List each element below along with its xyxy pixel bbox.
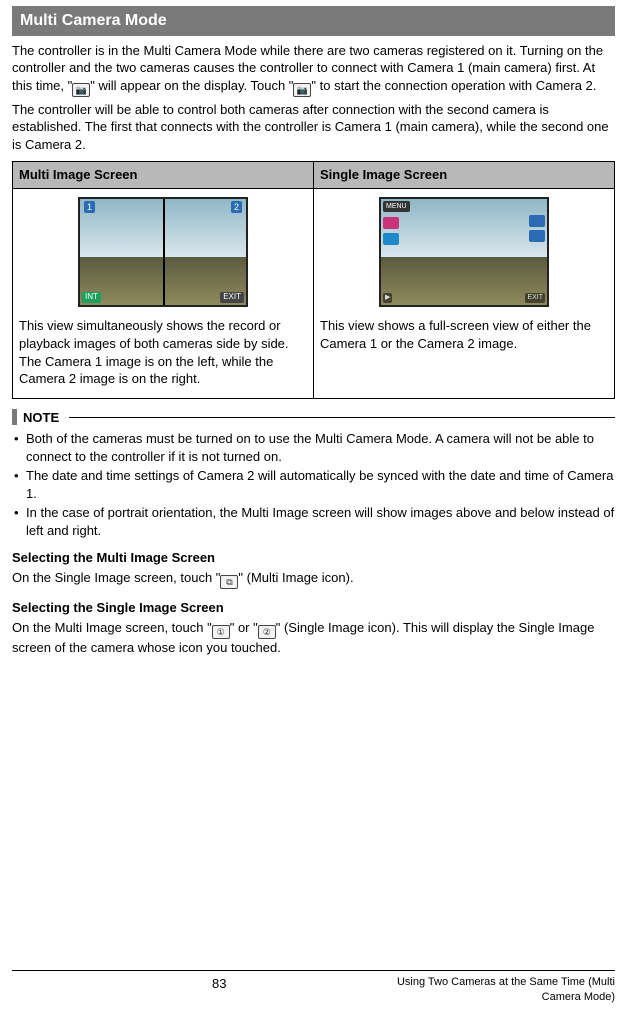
note-item: The date and time settings of Camera 2 w… bbox=[12, 467, 615, 502]
section-title: Multi Camera Mode bbox=[20, 12, 167, 29]
page-footer: 83 Using Two Cameras at the Same Time (M… bbox=[12, 970, 615, 1005]
camera-connecting-icon bbox=[72, 83, 90, 97]
table-cell-multi: 1 2 INT EXIT This view simultaneously sh… bbox=[13, 188, 314, 398]
camera-1-icon bbox=[212, 625, 230, 639]
note-label: NOTE bbox=[23, 409, 59, 427]
note-list: Both of the cameras must be turned on to… bbox=[12, 430, 615, 539]
subheading-single: Selecting the Single Image Screen bbox=[12, 599, 615, 617]
camera-touch-icon bbox=[293, 83, 311, 97]
camera-2-badge-icon: 2 bbox=[231, 201, 242, 213]
sub1-body: On the Single Image screen, touch " " (Mu… bbox=[12, 569, 615, 589]
sub2-text-b: " or " bbox=[230, 620, 258, 635]
subheading-multi: Selecting the Multi Image Screen bbox=[12, 549, 615, 567]
chapter-title: Using Two Cameras at the Same Time (Mult… bbox=[355, 975, 615, 1005]
camera-2-icon bbox=[258, 625, 276, 639]
exit-label-icon: EXIT bbox=[220, 292, 244, 303]
table-header-multi: Multi Image Screen bbox=[13, 162, 314, 189]
note-heading: NOTE bbox=[12, 409, 615, 427]
multi-cell-text-a: This view simultaneously shows the recor… bbox=[19, 317, 307, 352]
sub1-text-a: On the Single Image screen, touch " bbox=[12, 570, 220, 585]
single-cell-text: This view shows a full-screen view of ei… bbox=[320, 317, 608, 352]
table-header-single: Single Image Screen bbox=[314, 162, 615, 189]
sub2-body: On the Multi Image screen, touch " " or "… bbox=[12, 619, 615, 657]
int-label-icon: INT bbox=[82, 292, 101, 303]
right-badges bbox=[529, 215, 545, 242]
side-icon-2 bbox=[383, 233, 399, 245]
camera-1-badge-icon: 1 bbox=[84, 201, 95, 213]
sub1-text-b: " (Multi Image icon). bbox=[238, 570, 353, 585]
note-bar-icon bbox=[12, 409, 17, 425]
multi-cell-text-b: The Camera 1 image is on the left, while… bbox=[19, 353, 307, 388]
intro-paragraph-2: The controller will be able to control b… bbox=[12, 101, 615, 154]
sub2-text-a: On the Multi Image screen, touch " bbox=[12, 620, 212, 635]
menu-pill-icon: MENU bbox=[383, 201, 410, 212]
note-item: Both of the cameras must be turned on to… bbox=[12, 430, 615, 465]
screens-table: Multi Image Screen Single Image Screen 1… bbox=[12, 161, 615, 398]
multi-image-thumbnail: 1 2 INT EXIT bbox=[19, 197, 307, 312]
multi-image-icon bbox=[220, 575, 238, 589]
intro-paragraph-1: The controller is in the Multi Camera Mo… bbox=[12, 42, 615, 97]
thumb-bottom-bar: ▶EXIT bbox=[383, 293, 545, 302]
note-rule bbox=[69, 417, 615, 418]
section-header: Multi Camera Mode bbox=[12, 6, 615, 36]
side-icon-1 bbox=[383, 217, 399, 229]
note-item: In the case of portrait orientation, the… bbox=[12, 504, 615, 539]
intro-text-1b: " will appear on the display. Touch " bbox=[90, 78, 293, 93]
page-number: 83 bbox=[212, 975, 226, 993]
single-image-thumbnail: MENU ▶EXIT bbox=[320, 197, 608, 312]
table-cell-single: MENU ▶EXIT This view shows a full-screen… bbox=[314, 188, 615, 398]
intro-text-1c: " to start the connection operation with… bbox=[311, 78, 596, 93]
